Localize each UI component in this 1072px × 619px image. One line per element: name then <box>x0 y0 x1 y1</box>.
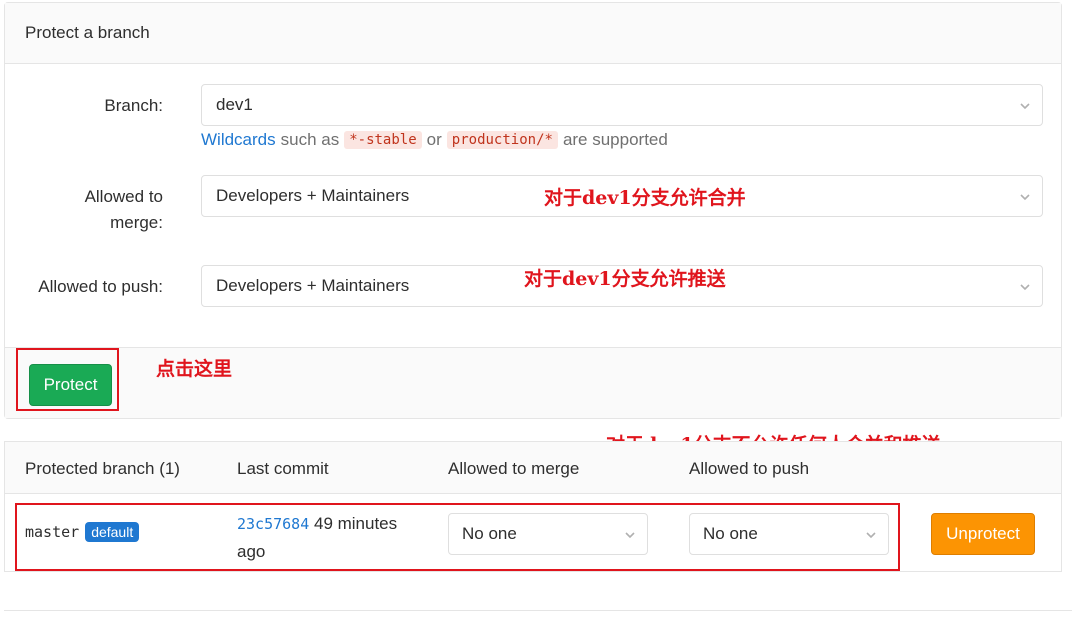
annotation-click-here: 点击这里 <box>156 358 233 380</box>
branch-select-value: dev1 <box>216 95 253 114</box>
annotation-merge: 对于dev1分支允许合并 <box>544 187 746 209</box>
branch-select[interactable]: dev1 <box>201 84 1043 126</box>
table-header: Protected branch (1) Last commit Allowed… <box>5 442 1061 494</box>
chevron-down-icon <box>1020 194 1030 201</box>
code-production: production/* <box>446 131 558 149</box>
code-stable: *-stable <box>344 131 422 149</box>
merge-label: Allowed to merge: <box>84 187 163 232</box>
column-protected-branch: Protected branch (1) <box>25 459 180 478</box>
highlight-master-row <box>15 503 900 571</box>
highlight-protect-button <box>16 348 119 411</box>
push-label: Allowed to push: <box>38 277 163 296</box>
wildcards-link[interactable]: Wildcards <box>201 130 276 150</box>
column-allowed-merge: Allowed to merge <box>448 459 580 478</box>
unprotect-button[interactable]: Unprotect <box>931 513 1035 555</box>
annotation-push: 对于dev1分支允许推送 <box>524 268 726 290</box>
column-allowed-push: Allowed to push <box>689 459 810 478</box>
page-title: Protect a branch <box>25 23 150 42</box>
card-header: Protect a branch <box>5 3 1061 64</box>
chevron-down-icon <box>1020 284 1030 291</box>
branch-label: Branch: <box>104 96 163 115</box>
column-last-commit: Last commit <box>237 459 329 478</box>
wildcard-help-text: Wildcards such as *-stable or production… <box>201 130 668 150</box>
push-access-value: Developers + Maintainers <box>216 276 410 295</box>
merge-access-value: Developers + Maintainers <box>216 186 410 205</box>
divider <box>4 610 1072 611</box>
chevron-down-icon <box>1020 103 1030 110</box>
